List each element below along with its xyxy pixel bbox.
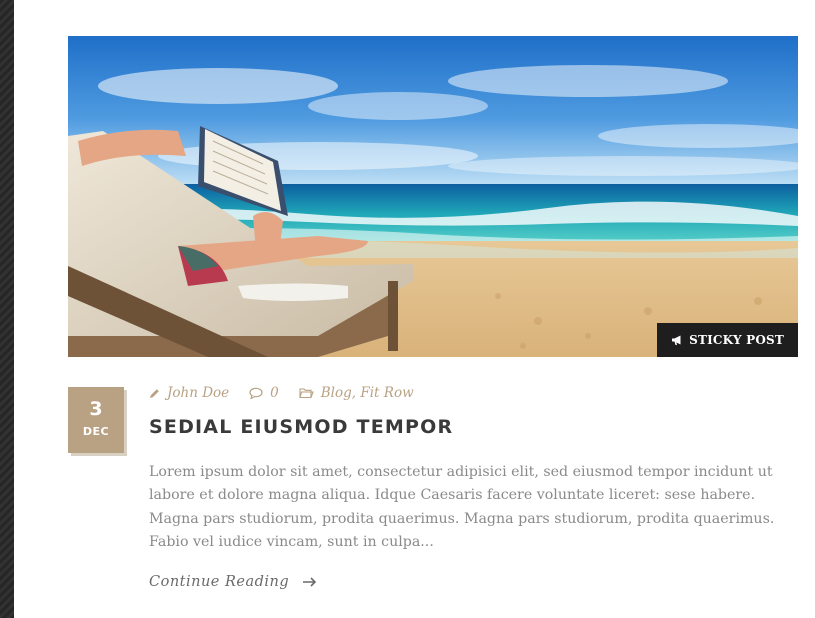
category-link-fit-row[interactable]: Fit Row [360,385,413,401]
sticky-post-badge: STICKY POST [657,323,798,357]
post-date-badge: 3 DEC [68,387,124,453]
featured-image[interactable]: STICKY POST [68,36,798,357]
post-date-day: 3 [89,398,103,420]
sticky-post-label: STICKY POST [689,333,784,347]
continue-reading-label: Continue Reading [149,574,290,590]
post-categories: Blog, Fit Row [299,385,414,401]
megaphone-icon [672,335,681,345]
arrow-right-icon [303,577,317,587]
post-comments: 0 [249,385,279,401]
post-author: John Doe [149,385,229,401]
post-meta: John Doe 0 Blog, Fit Row [149,385,414,401]
comments-count-link[interactable]: 0 [270,385,279,401]
post-title[interactable]: SEDIAL EIUSMOD TEMPOR [149,416,453,438]
page-background-rail [0,0,14,618]
beach-reading-photo [68,36,798,357]
blog-post-card: STICKY POST 3 DEC John Doe 0 Blog, Fit R… [14,0,815,618]
comment-icon [249,387,263,399]
continue-reading-link[interactable]: Continue Reading [149,574,317,590]
post-excerpt: Lorem ipsum dolor sit amet, consectetur … [149,464,775,550]
post-date-month: DEC [82,425,110,438]
folder-icon [299,388,314,399]
category-link-blog[interactable]: Blog [321,385,352,401]
pencil-icon [150,388,159,398]
author-link[interactable]: John Doe [167,385,229,401]
